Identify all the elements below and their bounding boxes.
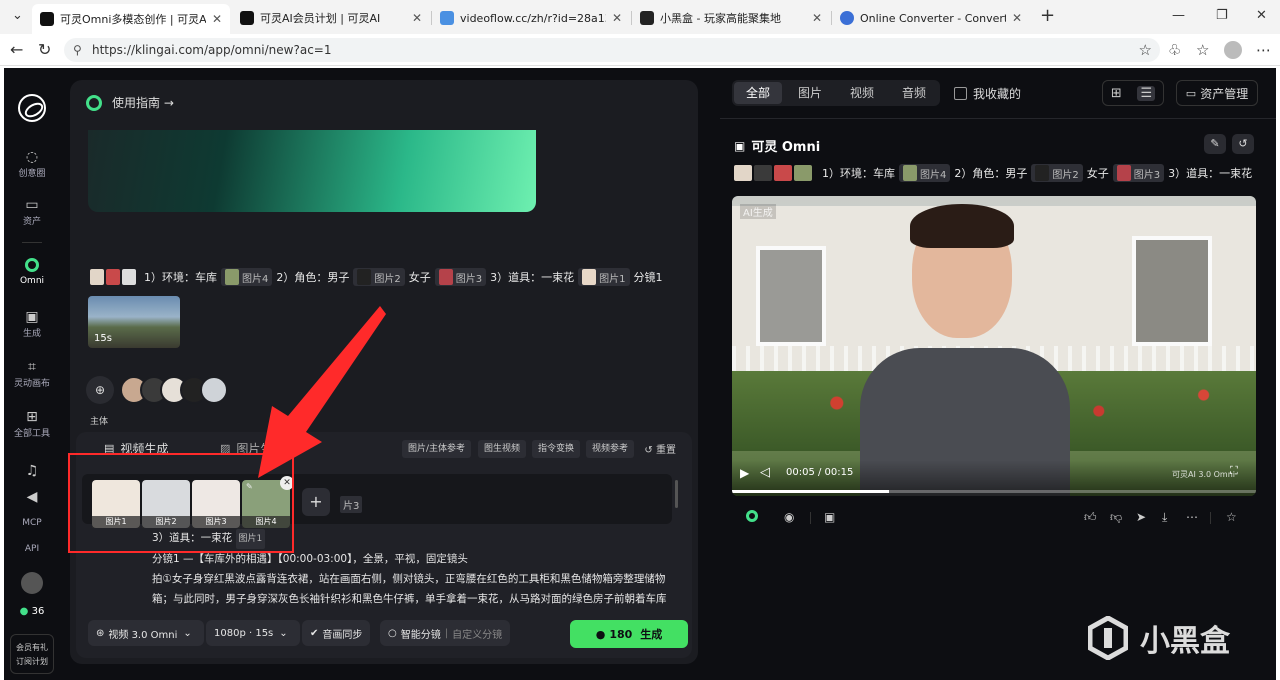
- annotation-arrow: [258, 306, 386, 478]
- heihe-watermark-text: 小黑盒: [1140, 624, 1230, 659]
- heihe-logo-icon: [1088, 616, 1128, 660]
- heihe-watermark: 小黑盒: [1088, 616, 1230, 660]
